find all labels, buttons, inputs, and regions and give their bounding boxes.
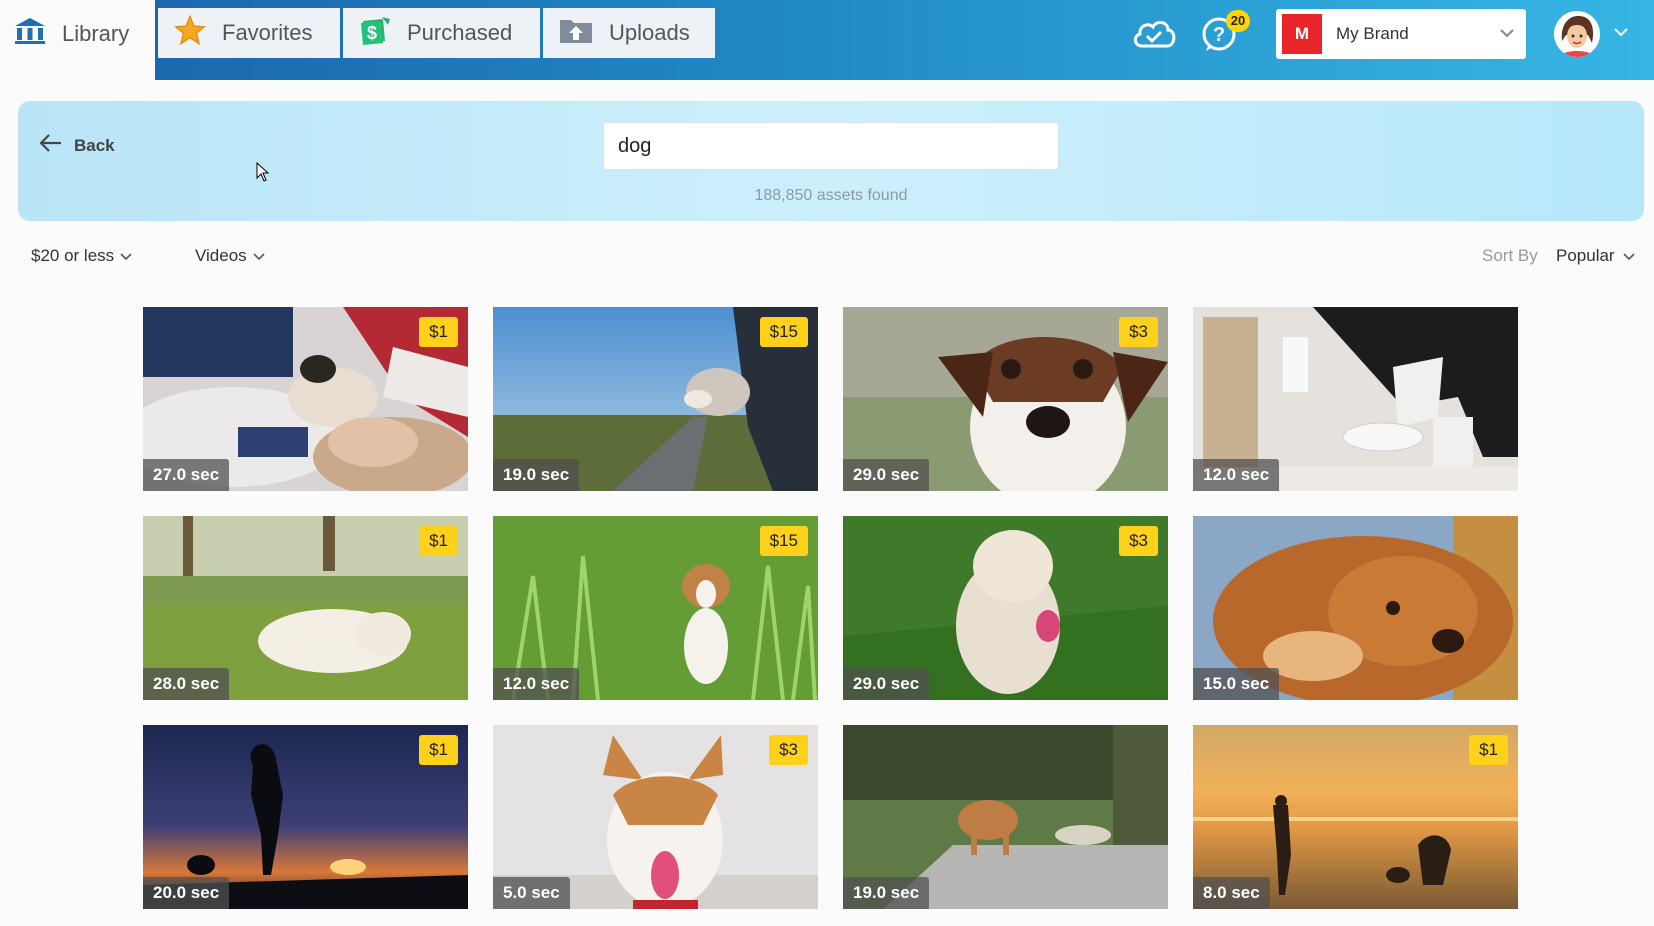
- library-icon: [14, 17, 46, 51]
- duration-label: 28.0 sec: [143, 668, 230, 700]
- search-input[interactable]: [603, 122, 1059, 170]
- chevron-down-icon: [1623, 246, 1635, 266]
- price-badge: $3: [1119, 317, 1158, 347]
- avatar-icon: [1554, 11, 1600, 57]
- duration-label: 27.0 sec: [143, 459, 230, 491]
- star-icon: [173, 14, 207, 51]
- price-badge: $1: [419, 735, 458, 765]
- cloud-sync-button[interactable]: [1130, 14, 1178, 54]
- tab-library-label: Library: [62, 21, 130, 46]
- tab-favorites[interactable]: Favorites: [158, 8, 340, 58]
- tab-purchased-label: Purchased: [407, 20, 513, 45]
- duration-label: 19.0 sec: [493, 459, 580, 491]
- result-card[interactable]: $1 27.0 sec: [143, 307, 468, 491]
- mouse-cursor-icon: [256, 161, 270, 187]
- result-card[interactable]: 12.0 sec: [1193, 307, 1518, 491]
- brand-logo: M: [1282, 14, 1322, 54]
- result-card[interactable]: $15 19.0 sec: [493, 307, 818, 491]
- chevron-down-icon: [253, 246, 265, 266]
- tab-purchased[interactable]: $ Purchased: [343, 8, 540, 58]
- tab-favorites-label: Favorites: [222, 20, 313, 45]
- cloud-check-icon: [1133, 21, 1176, 48]
- money-icon: $: [359, 15, 391, 51]
- duration-label: 29.0 sec: [843, 459, 930, 491]
- result-card[interactable]: $1 8.0 sec: [1193, 725, 1518, 909]
- sort-by-label: Sort By: [1482, 246, 1538, 265]
- results-count: 188,850 assets found: [754, 187, 908, 204]
- duration-label: 12.0 sec: [1193, 459, 1280, 491]
- result-card[interactable]: 15.0 sec: [1193, 516, 1518, 700]
- user-avatar[interactable]: [1554, 11, 1600, 57]
- media-type-filter[interactable]: Videos: [195, 246, 265, 266]
- price-badge: $1: [419, 317, 458, 347]
- price-badge: $15: [759, 526, 808, 556]
- brand-name: My Brand: [1336, 24, 1409, 43]
- result-card[interactable]: $3 5.0 sec: [493, 725, 818, 909]
- back-label: Back: [74, 135, 115, 155]
- brand-selector[interactable]: M My Brand: [1276, 9, 1526, 59]
- search-panel: Back 188,850 assets found: [18, 101, 1644, 221]
- price-filter-value: $20 or less: [31, 246, 115, 265]
- result-card[interactable]: 19.0 sec: [843, 725, 1168, 909]
- duration-label: 29.0 sec: [843, 668, 930, 700]
- svg-text:?: ?: [1213, 24, 1225, 46]
- media-type-value: Videos: [195, 246, 247, 265]
- tab-uploads[interactable]: Uploads: [543, 8, 715, 58]
- sort-select[interactable]: Popular: [1556, 246, 1635, 266]
- result-card[interactable]: $1 28.0 sec: [143, 516, 468, 700]
- chevron-down-icon: [120, 246, 132, 266]
- price-badge: $15: [759, 317, 808, 347]
- help-button[interactable]: ? 20: [1200, 10, 1250, 58]
- duration-label: 12.0 sec: [493, 668, 580, 700]
- price-badge: $1: [1469, 735, 1508, 765]
- svg-text:$: $: [367, 23, 377, 43]
- notification-badge: 20: [1226, 10, 1250, 32]
- result-card[interactable]: $3 29.0 sec: [843, 307, 1168, 491]
- duration-label: 20.0 sec: [143, 877, 230, 909]
- sort-value: Popular: [1556, 246, 1615, 265]
- price-badge: $1: [419, 526, 458, 556]
- duration-label: 15.0 sec: [1193, 668, 1280, 700]
- price-badge: $3: [1119, 526, 1158, 556]
- tab-uploads-label: Uploads: [609, 20, 690, 45]
- result-card[interactable]: $15 12.0 sec: [493, 516, 818, 700]
- price-filter[interactable]: $20 or less: [31, 246, 132, 266]
- result-card[interactable]: $3 29.0 sec: [843, 516, 1168, 700]
- chevron-down-icon: [1500, 25, 1514, 43]
- tab-library[interactable]: Library: [0, 0, 155, 80]
- back-button[interactable]: Back: [39, 134, 115, 157]
- upload-folder-icon: [559, 16, 593, 50]
- duration-label: 8.0 sec: [1193, 877, 1270, 909]
- arrow-left-icon: [39, 134, 62, 157]
- duration-label: 5.0 sec: [493, 877, 570, 909]
- avatar-chevron-down-icon[interactable]: [1614, 24, 1628, 42]
- duration-label: 19.0 sec: [843, 877, 930, 909]
- top-nav-bar: Library Favorites $ Purchased Uploads ? …: [0, 0, 1654, 80]
- result-card[interactable]: $1 20.0 sec: [143, 725, 468, 909]
- price-badge: $3: [769, 735, 808, 765]
